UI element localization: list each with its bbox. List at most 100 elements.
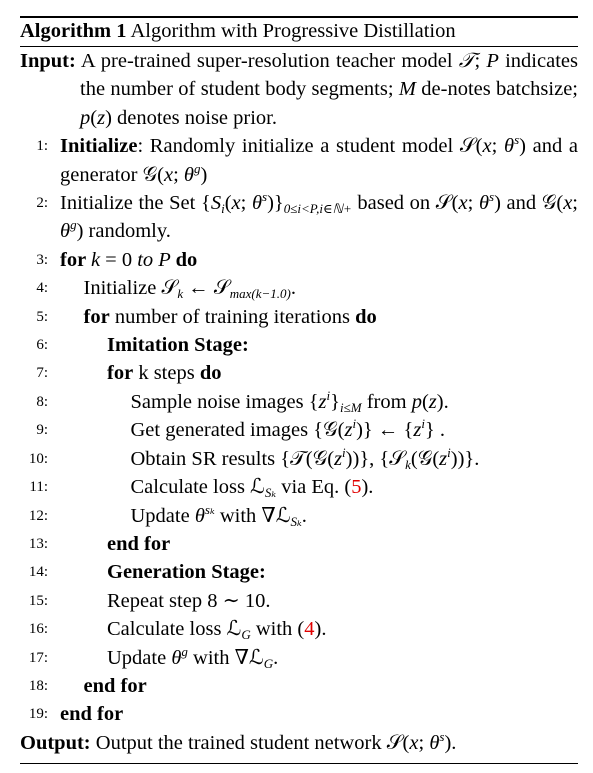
text-segment: z — [318, 390, 327, 413]
text-segment: ; — [173, 163, 184, 186]
algorithm-line: 5: for number of training iterations do — [20, 303, 578, 331]
text-segment: ). — [314, 618, 327, 641]
equation-reference-link[interactable]: 5 — [351, 476, 361, 498]
algorithm-line: 4: Initialize 𝒮k ← 𝒮max(k−1.0). — [20, 274, 578, 302]
line-number: 14: — [28, 564, 48, 581]
algorithm-line: 17: Update θg with ∇ℒG. — [20, 644, 578, 672]
text-segment: Sₖ — [264, 485, 277, 501]
text-segment: for — [107, 362, 134, 385]
text-segment: do — [355, 305, 377, 328]
text-segment: x — [409, 731, 419, 754]
text-segment: ). — [361, 476, 374, 499]
algorithm-input: Input: A pre-trained super-resolution te… — [20, 47, 578, 132]
line-number: 10: — [28, 450, 48, 467]
algorithm-label: Algorithm 1 — [20, 20, 127, 42]
text-segment: Imitation Stage: — [107, 334, 249, 357]
line-number: 13: — [28, 535, 48, 552]
algorithm-output: Output: Output the trained student netwo… — [20, 729, 578, 757]
line-number: 16: — [28, 621, 48, 638]
text-segment: Sₖ — [290, 513, 302, 529]
text-segment: Output: — [20, 731, 91, 754]
line-number: 12: — [28, 507, 48, 524]
text-segment: z — [428, 390, 437, 413]
algorithm-line: 14: Generation Stage: — [20, 558, 578, 586]
text-segment: . — [301, 504, 307, 527]
equation-reference-link[interactable]: 4 — [304, 618, 314, 640]
text-segment: Calculate loss ℒ — [107, 618, 242, 641]
text-segment: ) randomly. — [76, 220, 171, 243]
text-segment: Calculate loss ℒ — [130, 476, 265, 499]
algorithm-line: 2: Initialize the Set {Si(x; θs)}0≤i<P,i∈… — [20, 189, 578, 246]
text-segment: S — [210, 192, 222, 215]
text-segment: from — [361, 390, 412, 413]
line-number: 19: — [28, 706, 48, 723]
algorithm-title: Algorithm 1 Algorithm with Progressive D… — [20, 20, 456, 43]
text-segment: ). — [444, 731, 457, 754]
text-segment: end for — [83, 674, 147, 697]
text-segment: P — [486, 50, 499, 72]
algorithm-body: Input: A pre-trained super-resolution te… — [20, 47, 578, 757]
line-number: 2: — [36, 195, 48, 212]
text-segment: via Eq. ( — [276, 476, 352, 499]
text-segment: Update — [107, 646, 172, 669]
text-segment: Initialize 𝒮 — [83, 277, 178, 300]
text-segment: Obtain SR results {𝒯(𝒢( — [130, 447, 335, 470]
text-segment: Sample noise images { — [130, 390, 319, 413]
text-segment: x — [231, 192, 241, 215]
text-segment: for — [60, 248, 91, 271]
text-segment: de-notes batchsize; — [415, 78, 578, 101]
text-segment: p — [80, 106, 91, 129]
text-segment: p — [411, 390, 422, 413]
text-segment: θ — [251, 192, 263, 215]
text-segment: = 0 — [100, 248, 138, 271]
text-segment: to P — [137, 248, 176, 271]
algorithm-line: 15: Repeat step 8 ∼ 10. — [20, 587, 578, 615]
text-segment: x — [458, 192, 468, 215]
text-segment: Input: — [20, 50, 76, 72]
text-segment: θ — [60, 220, 71, 243]
text-segment: Update — [130, 504, 195, 527]
text-segment: for — [83, 305, 110, 328]
text-segment: G — [241, 627, 251, 643]
text-segment: } — [330, 390, 340, 413]
algorithm-line: 19: end for — [20, 700, 578, 728]
algorithm-line: 10: Obtain SR results {𝒯(𝒢(zi))}, {𝒮k(𝒢(z… — [20, 445, 578, 473]
text-segment: end for — [60, 703, 124, 726]
text-segment: (𝒢( — [410, 447, 440, 470]
algorithm-line: 11: Calculate loss ℒSₖ via Eq. (5). — [20, 473, 578, 501]
text-segment: x — [163, 163, 174, 186]
text-segment: A pre-trained super-resolution teacher m… — [75, 50, 459, 72]
algorithm-line: 12: Update θsₖ with ∇ℒSₖ. — [20, 502, 578, 530]
text-segment: with ( — [250, 618, 305, 641]
text-segment: z — [334, 447, 343, 470]
algorithm-line: 8: Sample noise images {zi}i≤M from p(z). — [20, 388, 578, 416]
line-number: 8: — [36, 393, 48, 410]
text-segment: ))}. — [450, 447, 480, 470]
text-segment: ; — [572, 192, 578, 215]
algorithm-line: 6: Imitation Stage: — [20, 331, 578, 359]
text-segment: ; — [491, 135, 504, 158]
algorithm-line: 3: for k = 0 to P do — [20, 246, 578, 274]
algorithm-caption: Algorithm with Progressive Distillation — [126, 20, 456, 42]
text-segment: θ — [171, 646, 182, 669]
line-number: 6: — [36, 337, 48, 354]
text-segment: ) and 𝒢( — [494, 192, 564, 215]
text-segment: with ∇ℒ — [187, 646, 264, 669]
text-segment: ). — [436, 390, 449, 413]
line-number: 11: — [29, 479, 48, 496]
text-segment: max(k−1.0) — [229, 286, 291, 302]
line-number: 15: — [28, 592, 48, 609]
text-segment: end for — [107, 532, 171, 555]
text-segment: Repeat step 8 ∼ 10. — [107, 589, 271, 612]
text-segment: )} — [267, 192, 284, 215]
text-segment: ))}, {𝒮 — [345, 447, 406, 470]
text-segment: do — [199, 362, 222, 385]
algorithm-line: 7: for k steps do — [20, 359, 578, 387]
text-segment: ; — [474, 50, 487, 72]
line-number: 3: — [36, 251, 48, 268]
text-segment: based on 𝒮( — [351, 192, 459, 215]
line-number: 17: — [28, 649, 48, 666]
text-segment: : Randomly initialize a student model 𝒮( — [137, 135, 483, 158]
text-segment: z — [97, 106, 106, 129]
text-segment: ( — [224, 192, 232, 215]
